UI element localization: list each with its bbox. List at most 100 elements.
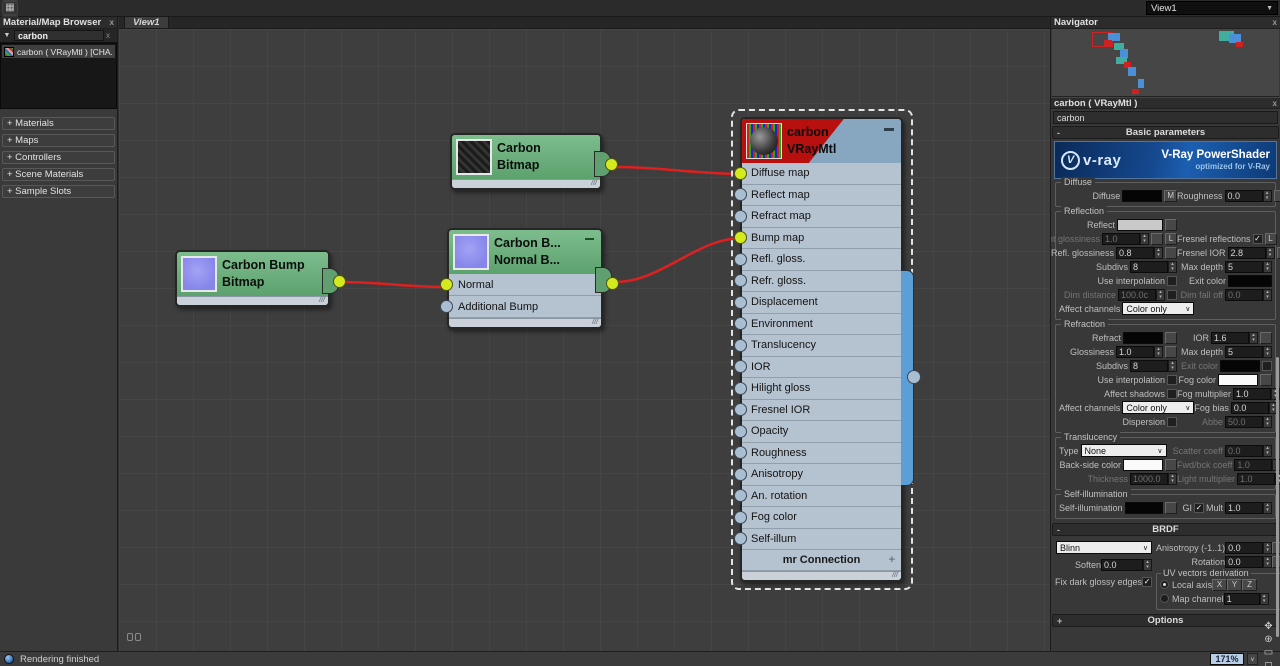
view1-tab[interactable]: View1 bbox=[124, 17, 169, 28]
small-button[interactable]: X bbox=[1212, 578, 1228, 591]
close-icon[interactable]: x bbox=[110, 18, 114, 27]
node-slot[interactable]: Normal bbox=[440, 274, 601, 296]
color-swatch[interactable] bbox=[1228, 274, 1272, 287]
value-field[interactable]: 1.0 bbox=[1225, 501, 1263, 514]
spinner-icon[interactable]: ▴▾ bbox=[1156, 288, 1165, 301]
zoom-dropdown-icon[interactable]: ∨ bbox=[1247, 653, 1258, 665]
spinner-icon[interactable]: ▴▾ bbox=[1249, 331, 1258, 344]
collapse-icon[interactable] bbox=[884, 128, 894, 131]
spinner-icon[interactable]: ▴▾ bbox=[1263, 415, 1272, 428]
node-normal-bump[interactable]: Carbon B... Normal B... Normal Additional … bbox=[440, 228, 619, 329]
node-slot[interactable]: Reflect map bbox=[734, 185, 901, 206]
resize-grip-icon[interactable]: /// bbox=[892, 572, 898, 580]
value-field[interactable]: 0.0 bbox=[1101, 558, 1144, 571]
checkbox[interactable]: ✓ bbox=[1193, 502, 1204, 513]
node-slot[interactable]: IOR bbox=[734, 357, 901, 378]
spinner-icon[interactable]: ▴▾ bbox=[1263, 345, 1272, 358]
small-button[interactable] bbox=[1165, 458, 1177, 471]
browser-section-header[interactable]: + Materials bbox=[2, 117, 115, 130]
expand-icon[interactable]: + bbox=[889, 554, 895, 566]
value-field[interactable]: 5 bbox=[1225, 345, 1263, 358]
small-button[interactable] bbox=[1273, 189, 1280, 202]
value-field[interactable]: 1 bbox=[1223, 592, 1260, 605]
zoom-level-field[interactable]: 171% bbox=[1210, 653, 1244, 665]
dropdown[interactable]: None ∨ bbox=[1080, 444, 1167, 457]
spinner-icon[interactable]: ▴▾ bbox=[1263, 541, 1273, 554]
checkbox[interactable] bbox=[1167, 388, 1177, 399]
wire-normal[interactable] bbox=[339, 280, 447, 289]
node-slot[interactable]: Displacement bbox=[734, 292, 901, 314]
node-slot[interactable]: Fog color bbox=[734, 507, 901, 529]
color-swatch[interactable] bbox=[1220, 359, 1260, 372]
color-swatch[interactable] bbox=[1117, 218, 1163, 231]
output-socket[interactable] bbox=[333, 275, 346, 288]
value-field[interactable]: 0.0 bbox=[1224, 189, 1263, 202]
node-slot[interactable]: Bump map bbox=[734, 228, 901, 249]
color-swatch[interactable] bbox=[1218, 373, 1258, 386]
input-socket[interactable] bbox=[734, 510, 747, 524]
value-field[interactable]: 0.0 bbox=[1230, 401, 1269, 414]
color-swatch[interactable] bbox=[1122, 189, 1163, 202]
input-socket[interactable] bbox=[734, 381, 747, 395]
rollout-brdf[interactable]: - BRDF bbox=[1052, 523, 1279, 536]
node-slot[interactable]: Refr. gloss. bbox=[734, 271, 901, 292]
node-header[interactable]: carbon VRayMtl bbox=[742, 119, 901, 163]
output-socket[interactable] bbox=[606, 277, 619, 290]
wire-diffuse[interactable] bbox=[615, 165, 743, 176]
small-button[interactable]: M bbox=[1164, 189, 1177, 202]
zoom-icon[interactable]: ⊕ bbox=[1261, 633, 1276, 646]
node-carbon-bitmap[interactable]: Carbon Bitmap /// bbox=[450, 133, 618, 190]
input-socket[interactable] bbox=[440, 278, 453, 291]
node-slot[interactable]: Refract map bbox=[734, 206, 901, 228]
color-swatch[interactable] bbox=[1123, 331, 1163, 344]
spinner-icon[interactable]: ▴▾ bbox=[1263, 501, 1272, 514]
value-field[interactable]: 100.0c bbox=[1118, 288, 1156, 301]
spinner-icon[interactable]: ▴▾ bbox=[1259, 592, 1269, 605]
node-slot[interactable]: Anisotropy bbox=[734, 464, 901, 486]
value-field[interactable]: 1.0 bbox=[1102, 232, 1140, 245]
checkbox[interactable] bbox=[1167, 275, 1177, 286]
node-slot[interactable]: Self-illum bbox=[734, 529, 901, 550]
node-header[interactable]: Carbon Bitmap bbox=[452, 135, 600, 179]
node-header[interactable]: Carbon B... Normal B... bbox=[449, 230, 601, 274]
small-button[interactable]: Z bbox=[1242, 578, 1258, 591]
checkbox[interactable] bbox=[1167, 416, 1177, 427]
material-name-field[interactable]: carbon bbox=[1053, 111, 1278, 124]
collapse-icon[interactable] bbox=[585, 238, 594, 240]
input-socket[interactable] bbox=[734, 231, 747, 245]
search-input[interactable]: carbon bbox=[14, 30, 104, 41]
search-binoculars-icon[interactable] bbox=[127, 633, 143, 643]
spinner-icon[interactable]: ▴▾ bbox=[1263, 288, 1272, 301]
value-field[interactable]: 50.0 bbox=[1225, 415, 1263, 428]
output-socket[interactable] bbox=[605, 158, 618, 171]
small-button[interactable] bbox=[1165, 501, 1177, 514]
value-field[interactable]: 1.0 bbox=[1234, 458, 1273, 471]
small-button[interactable] bbox=[1165, 345, 1177, 358]
input-socket[interactable] bbox=[734, 274, 747, 288]
close-icon[interactable]: x bbox=[1273, 18, 1277, 27]
value-field[interactable]: 8 bbox=[1130, 260, 1168, 273]
input-socket[interactable] bbox=[734, 424, 747, 438]
resize-grip-icon[interactable]: /// bbox=[319, 297, 325, 305]
spinner-icon[interactable]: ▴▾ bbox=[1154, 246, 1163, 259]
value-field[interactable]: 1.6 bbox=[1211, 331, 1249, 344]
small-button[interactable] bbox=[1165, 246, 1177, 259]
value-field[interactable]: 8 bbox=[1130, 359, 1168, 372]
small-button[interactable]: Y bbox=[1227, 578, 1243, 591]
small-button[interactable] bbox=[1165, 331, 1177, 344]
input-socket[interactable] bbox=[440, 300, 453, 313]
node-slot[interactable]: Opacity bbox=[734, 421, 901, 443]
spinner-icon[interactable]: ▴▾ bbox=[1143, 558, 1153, 571]
radio-button[interactable] bbox=[1160, 594, 1170, 603]
bitmap-thumbnail[interactable] bbox=[181, 256, 217, 292]
spinner-icon[interactable]: ▴▾ bbox=[1140, 232, 1149, 245]
small-button[interactable] bbox=[1165, 218, 1177, 231]
checkbox[interactable] bbox=[1167, 289, 1177, 300]
view-selector-dropdown[interactable]: View1 ▼ bbox=[1146, 1, 1278, 15]
dropdown[interactable]: Color only ∨ bbox=[1122, 401, 1195, 414]
mr-connection-row[interactable]: mr Connection + bbox=[742, 550, 901, 571]
input-socket[interactable] bbox=[734, 295, 747, 309]
search-clear-icon[interactable]: x bbox=[106, 31, 115, 40]
node-slot[interactable]: Refl. gloss. bbox=[734, 249, 901, 271]
search-options-icon[interactable]: ▼ bbox=[2, 32, 12, 39]
